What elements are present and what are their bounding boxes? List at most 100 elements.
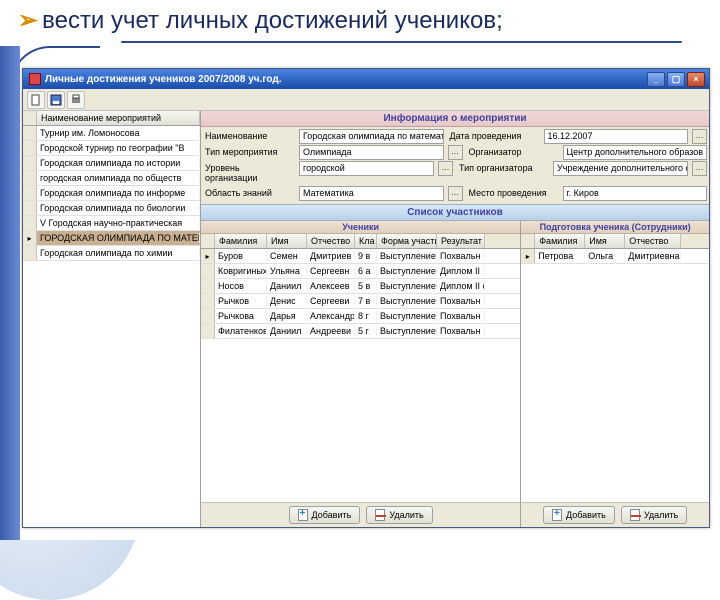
cell: Семен bbox=[267, 251, 307, 261]
delete-label: Удалить bbox=[644, 510, 678, 520]
cell: Похвальн bbox=[437, 251, 485, 261]
col-header[interactable]: Фамилия bbox=[535, 234, 585, 248]
col-header[interactable]: Отчество bbox=[625, 234, 681, 248]
row-indicator-header bbox=[201, 234, 215, 248]
row-indicator bbox=[201, 324, 215, 338]
row-indicator: ▸ bbox=[23, 231, 37, 245]
row-indicator bbox=[201, 309, 215, 323]
event-row[interactable]: ▸ГОРОДСКАЯ ОЛИМПИАДА ПО МАТЕМА bbox=[23, 231, 200, 246]
table-row[interactable]: ФилатенковДаниилАндрееви5 гВыступлениеПо… bbox=[201, 324, 520, 339]
field-label: Место проведения bbox=[467, 186, 559, 201]
cell: Денис bbox=[267, 296, 307, 306]
field-value[interactable]: Учреждение дополнительного обр bbox=[553, 161, 688, 176]
cell: Рычков bbox=[215, 296, 267, 306]
students-grid[interactable]: ▸БуровСеменДмитриев9 вВыступлениеПохваль… bbox=[201, 249, 520, 502]
table-row[interactable]: РычковДенисСергееви7 вВыступлениеПохваль… bbox=[201, 294, 520, 309]
staff-delete-button[interactable]: Удалить bbox=[621, 506, 687, 524]
row-indicator bbox=[23, 171, 37, 185]
event-row[interactable]: Турнир им. Ломоносова bbox=[23, 126, 200, 141]
add-label: Добавить bbox=[566, 510, 606, 520]
students-delete-button[interactable]: Удалить bbox=[366, 506, 432, 524]
event-row[interactable]: городская олимпиада по обществ bbox=[23, 171, 200, 186]
col-header[interactable]: Форма участия bbox=[377, 234, 437, 248]
field-value[interactable]: городской bbox=[299, 161, 434, 176]
col-header[interactable]: Имя bbox=[585, 234, 625, 248]
row-indicator-header bbox=[23, 111, 37, 125]
field-value[interactable]: Центр дополнительного образов bbox=[563, 145, 708, 160]
event-row[interactable]: Городская олимпиада по информе bbox=[23, 186, 200, 201]
students-grid-header: ФамилияИмяОтчествоКлаФорма участияРезуль… bbox=[201, 234, 520, 249]
event-row[interactable]: Городская олимпиада по истории bbox=[23, 156, 200, 171]
students-add-button[interactable]: Добавить bbox=[289, 506, 361, 524]
window-titlebar[interactable]: Личные достижения учеников 2007/2008 уч.… bbox=[23, 69, 709, 89]
staff-add-button[interactable]: Добавить bbox=[543, 506, 615, 524]
col-header[interactable]: Имя bbox=[267, 234, 307, 248]
event-row[interactable]: Городская олимпиада по химии bbox=[23, 246, 200, 261]
events-grid[interactable]: Турнир им. Ломоносова Городской турнир по… bbox=[23, 126, 200, 327]
row-indicator: ▸ bbox=[201, 249, 215, 263]
field-lookup-button[interactable]: … bbox=[438, 161, 453, 176]
add-icon bbox=[298, 509, 308, 521]
toolbar-save-icon[interactable] bbox=[47, 91, 65, 109]
field-value[interactable]: Олимпиада bbox=[299, 145, 444, 160]
cell: Выступление bbox=[377, 281, 437, 291]
cell: Ковригиных bbox=[215, 266, 267, 276]
toolbar-new-icon[interactable] bbox=[27, 91, 45, 109]
events-header[interactable]: Наименование мероприятий bbox=[37, 111, 200, 125]
row-indicator bbox=[23, 126, 37, 140]
col-header[interactable]: Результат bbox=[437, 234, 485, 248]
event-row[interactable]: Городская олимпиада по биологии bbox=[23, 201, 200, 216]
info-header: Информация о мероприятии bbox=[201, 111, 709, 127]
row-indicator bbox=[23, 141, 37, 155]
col-header[interactable]: Кла bbox=[355, 234, 377, 248]
toolbar-print-icon[interactable] bbox=[67, 91, 85, 109]
cell: Похвальн bbox=[437, 326, 485, 336]
event-name-cell: Городской турнир по географии "В bbox=[37, 143, 200, 153]
event-name-cell: V Городская научно-практическая bbox=[37, 218, 200, 228]
minimize-button[interactable]: _ bbox=[647, 72, 665, 87]
cell: Диплом II с bbox=[437, 281, 485, 291]
events-list-pane: Наименование мероприятий Турнир им. Ломо… bbox=[23, 111, 201, 527]
gradient-sidebar bbox=[0, 46, 20, 540]
cell: 5 г bbox=[355, 326, 377, 336]
cell: 8 г bbox=[355, 311, 377, 321]
field-value[interactable]: Математика bbox=[299, 186, 444, 201]
event-row[interactable]: V Городская научно-практическая bbox=[23, 216, 200, 231]
cell: Дарья bbox=[267, 311, 307, 321]
row-indicator bbox=[23, 156, 37, 170]
table-row[interactable]: НосовДаниилАлексеев5 вВыступлениеДиплом … bbox=[201, 279, 520, 294]
cell: 5 в bbox=[355, 281, 377, 291]
staff-pane: Подготовка ученика (Сотрудники) ФамилияИ… bbox=[521, 221, 709, 527]
col-header[interactable]: Фамилия bbox=[215, 234, 267, 248]
field-value[interactable]: г. Киров bbox=[563, 186, 708, 201]
row-indicator bbox=[23, 201, 37, 215]
cell: Носов bbox=[215, 281, 267, 291]
row-indicator bbox=[23, 216, 37, 230]
events-empty bbox=[23, 327, 200, 528]
col-header[interactable]: Отчество bbox=[307, 234, 355, 248]
table-row[interactable]: ▸ПетроваОльгаДмитриевна bbox=[521, 249, 709, 264]
field-lookup-button[interactable]: … bbox=[448, 145, 463, 160]
field-value[interactable]: Городская олимпиада по математике bbox=[299, 129, 444, 144]
table-row[interactable]: РычковаДарьяАлександр8 гВыступлениеПохва… bbox=[201, 309, 520, 324]
field-value[interactable]: 16.12.2007 bbox=[544, 129, 689, 144]
cell: Сергеевн bbox=[307, 266, 355, 276]
app-window: Личные достижения учеников 2007/2008 уч.… bbox=[22, 68, 710, 528]
row-indicator bbox=[201, 264, 215, 278]
event-row[interactable]: Городской турнир по географии "В bbox=[23, 141, 200, 156]
table-row[interactable]: ▸БуровСеменДмитриев9 вВыступлениеПохваль… bbox=[201, 249, 520, 264]
add-label: Добавить bbox=[312, 510, 352, 520]
field-lookup-button[interactable]: … bbox=[692, 161, 707, 176]
cell: Буров bbox=[215, 251, 267, 261]
field-lookup-button[interactable]: … bbox=[692, 129, 707, 144]
cell: Ольга bbox=[585, 251, 625, 261]
field-lookup-button[interactable]: … bbox=[448, 186, 463, 201]
cell: Дмитриев bbox=[307, 251, 355, 261]
cell: Выступление bbox=[377, 296, 437, 306]
table-row[interactable]: КовригиныхУльянаСергеевн6 аВыступлениеДи… bbox=[201, 264, 520, 279]
maximize-button[interactable]: ▢ bbox=[667, 72, 685, 87]
staff-grid[interactable]: ▸ПетроваОльгаДмитриевна bbox=[521, 249, 709, 502]
cell: Рычкова bbox=[215, 311, 267, 321]
cell: Петрова bbox=[535, 251, 585, 261]
close-button[interactable]: × bbox=[687, 72, 705, 87]
